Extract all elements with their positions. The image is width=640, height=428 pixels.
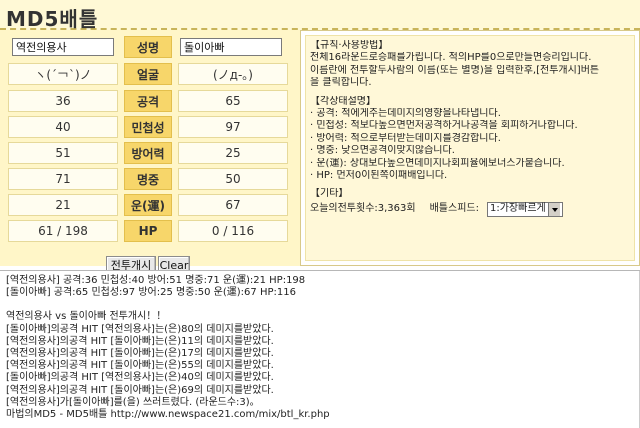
- log-line: [역전의용사]가[돌이아빠]를(을) 쓰러트렸다. (라운드수:3)。: [6, 396, 260, 408]
- log-line: 역전의용사 vs 돌이아빠 전투개시！！: [6, 311, 167, 323]
- log-line: [역전의용사]의공격 HIT [돌이아빠]는(은)55의 데미지를받았다.: [6, 360, 274, 372]
- log-line: [역전의용사]의공격 HIT [돌이아빠]는(은)17의 데미지를받았다.: [6, 348, 274, 360]
- right-luck: 67: [178, 194, 288, 216]
- speed-row: 오늘의전투횟수:3,363회 배틀스피드: 1:가장빠르게: [310, 201, 630, 217]
- rule-line: 전체16라운드로승패를가립니다. 적의HP를0으로만들면승리입니다.: [310, 52, 592, 64]
- left-defense: 51: [8, 142, 118, 164]
- left-accuracy: 71: [8, 168, 118, 190]
- left-luck: 21: [8, 194, 118, 216]
- log-line: [돌이아빠] 공격:65 민첩성:97 방어:25 명중:50 운(運):67 …: [6, 287, 296, 299]
- speed-value: 1:가장빠르게: [489, 203, 546, 215]
- desc-line: · 운(運): 상대보다높으면데미지나회피율에보너스가붙습니다.: [310, 157, 565, 169]
- right-agility: 97: [178, 116, 288, 138]
- battle-count: 오늘의전투횟수:3,363회: [310, 203, 416, 215]
- rules-panel: 【규칙·사용방법】 전체16라운드로승패를가립니다. 적의HP를0으로만들면승리…: [300, 30, 640, 266]
- left-attack: 36: [8, 90, 118, 112]
- name-label: 성명: [124, 36, 172, 58]
- log-line: [역전의용사]의공격 HIT [돌이아빠]는(은)69의 데미지를받았다.: [6, 384, 274, 396]
- attack-label: 공격: [124, 90, 172, 112]
- stats-panel: 성명 ヽ(´￢`)ノ 얼굴 (ノд-｡) 36 공격 65 40 민첩성 97 …: [0, 30, 300, 274]
- desc-line: · 방어력: 적으로부터받는데미지를경감합니다.: [310, 132, 501, 144]
- section-title: 【규칙·사용방법】: [310, 40, 389, 51]
- log-line: [역전의용사]의공격 HIT [돌이아빠]는(은)11의 데미지를받았다.: [6, 335, 274, 347]
- speed-label: 배틀스피드:: [429, 203, 479, 215]
- desc-line: · 명중: 낮으면공격이맞지않습니다.: [310, 145, 455, 157]
- right-attack: 65: [178, 90, 288, 112]
- right-hp: 0 / 116: [178, 220, 288, 242]
- etc-section: 【기타】 오늘의전투횟수:3,363회 배틀스피드: 1:가장빠르게: [310, 188, 630, 217]
- right-defense: 25: [178, 142, 288, 164]
- title-bar: MD5배틀: [0, 0, 640, 31]
- section-title: 【기타】: [310, 188, 349, 200]
- face-label: 얼굴: [124, 63, 172, 85]
- left-hp: 61 / 198: [8, 220, 118, 242]
- rules-box: 【규칙·사용방법】 전체16라운드로승패를가립니다. 적의HP를0으로만들면승리…: [305, 35, 635, 261]
- log-line: [돌이아빠]의공격 HIT [역전의용사]는(은)80의 데미지를받았다.: [6, 323, 274, 335]
- accuracy-label: 명중: [124, 168, 172, 190]
- left-face: ヽ(´￢`)ノ: [8, 63, 118, 85]
- speed-select[interactable]: 1:가장빠르게: [486, 201, 563, 217]
- rules-section: 【규칙·사용방법】 전체16라운드로승패를가립니다. 적의HP를0으로만들면승리…: [310, 40, 630, 90]
- right-name-input[interactable]: [180, 38, 282, 56]
- page-title: MD5배틀: [6, 7, 99, 31]
- rule-line: 이름란에 전투할두사람의 이름(또는 별명)을 입력한후,[전투개시]버튼: [310, 64, 600, 76]
- stats-desc-section: 【각상태설명】 · 공격: 적에게주는데미지의영향을나타냅니다. · 민첩성: …: [310, 96, 630, 183]
- log-footer: 마법의MD5 - MD5배틀 http://www.newspace21.com…: [6, 409, 330, 421]
- rule-line: 을 클릭합니다.: [310, 77, 372, 89]
- desc-line: · 민첩성: 적보다높으면먼저공격하거나공격을 회피하거나합니다.: [310, 120, 578, 132]
- left-agility: 40: [8, 116, 118, 138]
- desc-line: · 공격: 적에게주는데미지의영향을나타냅니다.: [310, 108, 501, 120]
- section-title: 【각상태설명】: [310, 95, 376, 107]
- hp-label: HP: [124, 220, 172, 242]
- battle-log: [역전의용사] 공격:36 민첩성:40 방어:51 명중:71 운(運):21…: [0, 270, 640, 428]
- defense-label: 방어력: [124, 142, 172, 164]
- left-name-input[interactable]: [12, 38, 114, 56]
- right-accuracy: 50: [178, 168, 288, 190]
- desc-line: · HP: 먼저0이된쪽이패배입니다.: [310, 170, 448, 182]
- right-face: (ノд-｡): [178, 63, 288, 85]
- agility-label: 민첩성: [124, 116, 172, 138]
- luck-label: 운(運): [124, 194, 172, 216]
- log-line: [역전의용사] 공격:36 민첩성:40 방어:51 명중:71 운(運):21…: [6, 275, 306, 286]
- log-line: [돌이아빠]의공격 HIT [역전의용사]는(은)40의 데미지를받았다.: [6, 372, 274, 384]
- chevron-down-icon[interactable]: [547, 202, 560, 216]
